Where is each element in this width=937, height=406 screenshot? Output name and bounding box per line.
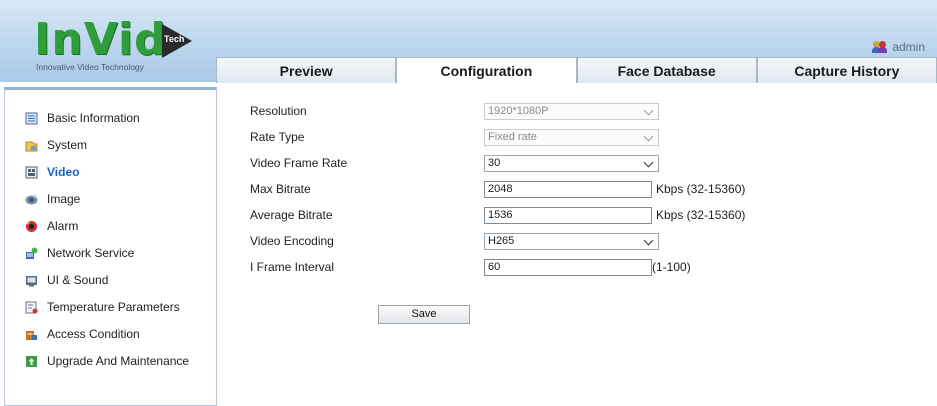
upgrade-icon [25, 355, 38, 368]
sidebar-item-label: UI & Sound [47, 273, 109, 287]
brand-tagline: Innovative Video Technology [36, 62, 144, 72]
main-tabs: Preview Configuration Face Database Capt… [216, 57, 937, 84]
network-icon [25, 247, 38, 260]
average-bitrate-label: Average Bitrate [250, 208, 333, 222]
sidebar-item-ui-sound[interactable]: UI & Sound [25, 272, 108, 288]
sidebar-item-label: Basic Information [47, 111, 140, 125]
sidebar-item-upgrade-and-maintenance[interactable]: Upgrade And Maintenance [25, 353, 189, 369]
sidebar-item-label: Temperature Parameters [47, 300, 180, 314]
info-sheet-icon [25, 112, 38, 125]
average-bitrate-range: Kbps (32-15360) [656, 208, 746, 222]
video-icon [25, 166, 38, 179]
tab-capture-history[interactable]: Capture History [756, 57, 937, 83]
tab-configuration[interactable]: Configuration [396, 57, 577, 84]
average-bitrate-input[interactable]: 1536 [484, 206, 652, 224]
access-icon [25, 328, 38, 341]
rate-type-value: Fixed rate [488, 130, 537, 143]
image-icon [25, 193, 38, 206]
rate-type-select[interactable]: Fixed rate [484, 128, 659, 146]
video-encoding-label: Video Encoding [250, 234, 334, 248]
sidebar-item-alarm[interactable]: Alarm [25, 218, 78, 234]
frame-rate-label: Video Frame Rate [250, 156, 348, 170]
sidebar: Basic Information System Video Image Ala… [4, 87, 217, 406]
username: admin [892, 40, 925, 54]
max-bitrate-range: Kbps (32-15360) [656, 182, 746, 196]
video-config-panel: Resolution 1920*1080P Rate Type Fixed ra… [218, 83, 937, 406]
chevron-down-icon [643, 157, 654, 167]
i-frame-interval-range: (1-100) [652, 260, 691, 274]
rate-type-row: Rate Type Fixed rate [250, 128, 659, 146]
users-icon [872, 41, 888, 53]
system-icon [25, 139, 38, 152]
frame-rate-row: Video Frame Rate 30 [250, 154, 659, 172]
video-encoding-row: Video Encoding H265 [250, 232, 659, 250]
sidebar-item-access-condition[interactable]: Access Condition [25, 326, 140, 342]
resolution-value: 1920*1080P [488, 104, 549, 117]
sidebar-item-label: Access Condition [47, 327, 140, 341]
tab-face-database[interactable]: Face Database [576, 57, 757, 83]
rate-type-label: Rate Type [250, 130, 305, 144]
sidebar-item-image[interactable]: Image [25, 191, 80, 207]
frame-rate-select[interactable]: 30 [484, 154, 659, 172]
sidebar-item-basic-information[interactable]: Basic Information [25, 110, 140, 126]
sidebar-item-video[interactable]: Video [25, 164, 79, 180]
sidebar-item-system[interactable]: System [25, 137, 87, 153]
i-frame-interval-input[interactable]: 60 [484, 258, 652, 276]
sidebar-item-label: Image [47, 192, 81, 206]
resolution-select[interactable]: 1920*1080P [484, 102, 659, 120]
sidebar-item-label: Upgrade And Maintenance [47, 354, 190, 368]
average-bitrate-row: Average Bitrate 1536 Kbps (32-15360) [250, 206, 746, 224]
chevron-down-icon [643, 131, 654, 141]
max-bitrate-input[interactable]: 2048 [484, 180, 652, 198]
video-encoding-value: H265 [488, 234, 515, 247]
max-bitrate-row: Max Bitrate 2048 Kbps (32-15360) [250, 180, 746, 198]
sidebar-item-label: Alarm [47, 219, 79, 233]
sidebar-item-label: Video [47, 165, 80, 179]
video-encoding-select[interactable]: H265 [484, 232, 659, 250]
max-bitrate-label: Max Bitrate [250, 182, 311, 196]
i-frame-interval-row: I Frame Interval 60 (1-100) [250, 258, 691, 276]
alarm-icon [25, 220, 38, 233]
resolution-row: Resolution 1920*1080P [250, 102, 659, 120]
sidebar-item-label: System [47, 138, 88, 152]
ui-sound-icon [25, 274, 38, 287]
sidebar-item-temperature-parameters[interactable]: Temperature Parameters [25, 299, 180, 315]
brand-tech-badge: Tech [164, 34, 185, 44]
brand-name: InVid [34, 14, 167, 65]
resolution-label: Resolution [250, 104, 307, 118]
chevron-down-icon [643, 235, 654, 245]
tab-preview[interactable]: Preview [216, 57, 397, 83]
save-button[interactable]: Save [378, 305, 470, 324]
temperature-icon [25, 301, 38, 314]
i-frame-interval-label: I Frame Interval [250, 260, 335, 274]
sidebar-item-label: Network Service [47, 246, 135, 260]
sidebar-item-network-service[interactable]: Network Service [25, 245, 134, 261]
user-menu[interactable]: admin [872, 40, 925, 54]
brand-logo: InVid Tech Innovative Video Technology [14, 12, 214, 78]
chevron-down-icon [643, 105, 654, 115]
frame-rate-value: 30 [488, 156, 501, 169]
